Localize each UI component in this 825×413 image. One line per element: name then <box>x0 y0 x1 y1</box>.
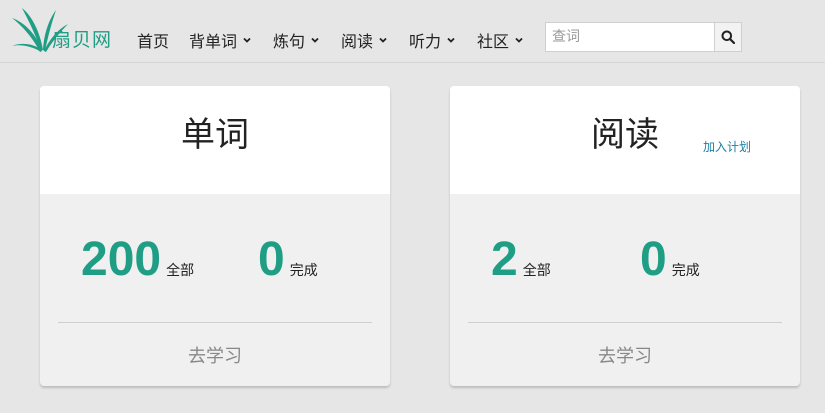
logo[interactable]: 扇贝网 <box>10 6 111 56</box>
done-count: 0 <box>258 233 285 286</box>
top-navbar: 扇贝网 首页 背单词 炼句 阅读 听力 社区 <box>0 0 825 63</box>
go-study-button[interactable]: 去学习 <box>450 342 800 368</box>
search-input[interactable] <box>545 22 715 52</box>
chevron-down-icon <box>447 36 455 44</box>
done-count: 0 <box>640 233 667 286</box>
chevron-down-icon <box>311 36 319 44</box>
add-to-plan-link[interactable]: 加入计划 <box>703 138 751 155</box>
logo-text: 扇贝网 <box>52 29 113 51</box>
nav-item-reading[interactable]: 阅读 <box>341 28 387 52</box>
nav-item-sentences[interactable]: 炼句 <box>273 28 319 52</box>
search-button[interactable] <box>714 22 742 52</box>
nav-item-label: 阅读 <box>341 32 374 51</box>
done-label: 完成 <box>671 263 700 279</box>
total-stat: 2 全部 <box>491 234 551 286</box>
nav-item-community[interactable]: 社区 <box>477 28 523 52</box>
nav-item-label: 听力 <box>409 32 442 51</box>
card-header: 单词 <box>40 86 390 194</box>
vocabulary-card: 单词 200 全部 0 完成 去学习 <box>40 86 390 386</box>
done-stat: 0 完成 <box>640 234 700 286</box>
go-study-button[interactable]: 去学习 <box>40 342 390 368</box>
chevron-down-icon <box>515 36 523 44</box>
nav-item-listening[interactable]: 听力 <box>409 28 455 52</box>
total-label: 全部 <box>166 263 195 279</box>
nav-item-label: 社区 <box>477 32 510 51</box>
nav-item-home[interactable]: 首页 <box>137 28 169 52</box>
total-label: 全部 <box>522 263 551 279</box>
card-header: 阅读 加入计划 <box>450 86 800 194</box>
card-title: 单词 <box>181 115 249 155</box>
reading-card: 阅读 加入计划 2 全部 0 完成 去学习 <box>450 86 800 386</box>
done-stat: 0 完成 <box>258 234 318 286</box>
done-label: 完成 <box>289 263 318 279</box>
total-count: 2 <box>491 233 518 286</box>
divider <box>468 322 782 323</box>
chevron-down-icon <box>243 36 251 44</box>
nav-item-label: 首页 <box>137 32 170 51</box>
total-stat: 200 全部 <box>81 234 194 286</box>
nav-item-vocabulary[interactable]: 背单词 <box>189 28 251 52</box>
chevron-down-icon <box>379 36 387 44</box>
divider <box>58 322 372 323</box>
nav-item-label: 炼句 <box>273 32 306 51</box>
search-icon <box>721 30 735 44</box>
nav-item-label: 背单词 <box>189 32 238 51</box>
total-count: 200 <box>81 233 162 286</box>
